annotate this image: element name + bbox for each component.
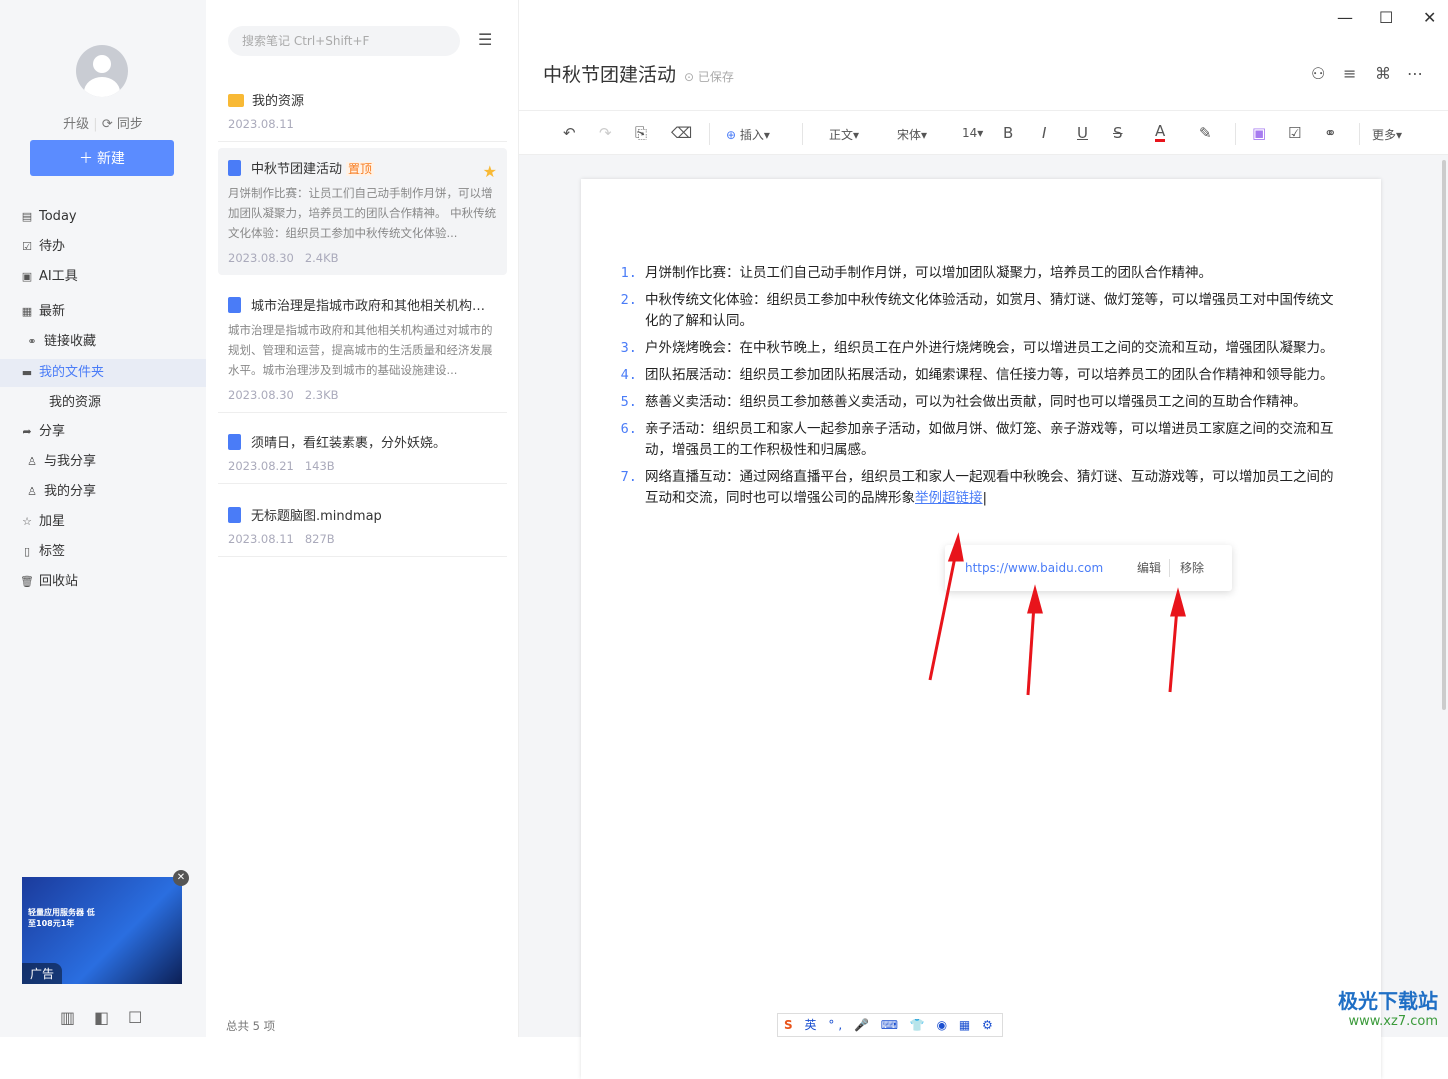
annotation-arrow (928, 551, 958, 681)
annotation-arrow-head (1027, 584, 1043, 614)
annotation-arrow-head (947, 532, 964, 562)
annotation-arrow (1168, 607, 1179, 693)
annotation-arrows (928, 532, 1186, 696)
annotation-arrow (1026, 604, 1036, 696)
annotation-arrow-head (1170, 587, 1186, 617)
